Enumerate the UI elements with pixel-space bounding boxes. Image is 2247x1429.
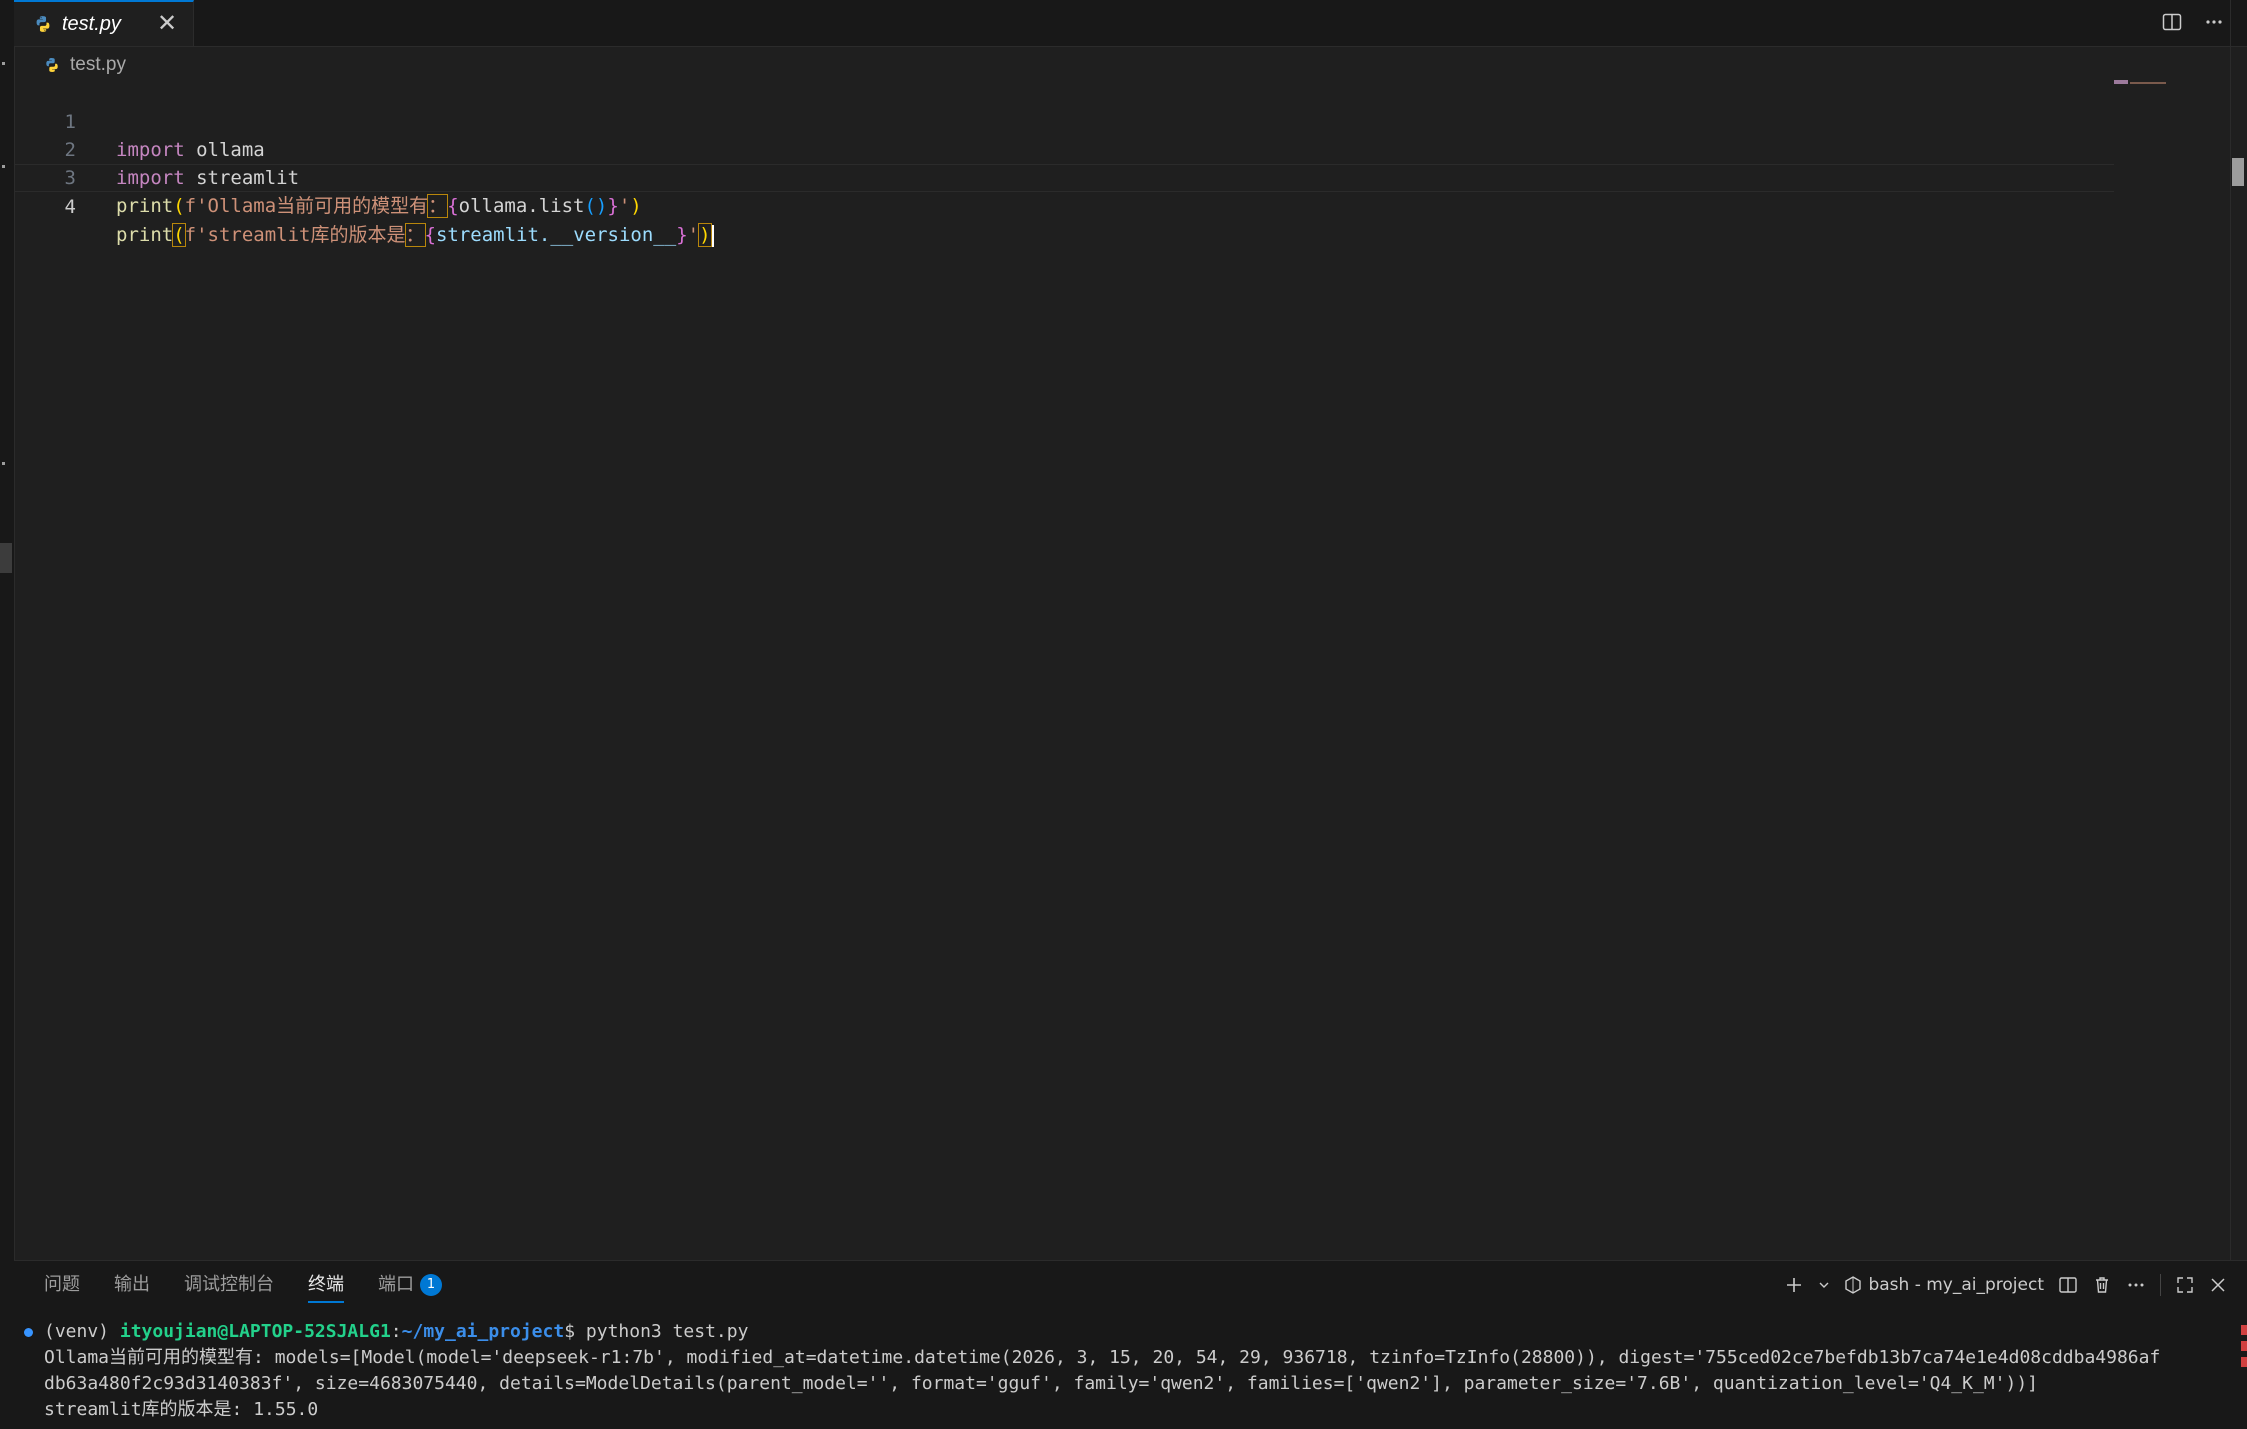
sash-handle[interactable]: [0, 543, 12, 573]
ellipsis-icon: [2206, 20, 2222, 24]
fstring-text: f'Ollama当前可用的模型有: [184, 195, 429, 217]
breadcrumb[interactable]: test.py: [44, 52, 126, 78]
editor-scrollbar-thumb[interactable]: [2232, 158, 2244, 186]
highlighted-char: ：: [404, 223, 426, 247]
function-name: print: [116, 195, 174, 217]
tab-output[interactable]: 输出: [114, 1261, 150, 1309]
paren: (: [173, 195, 185, 217]
code-line[interactable]: 3 print(f'Ollama当前可用的模型有：{ollama.list()}…: [14, 136, 2114, 218]
function-name: print: [116, 224, 174, 246]
prompt-user: ityoujian@LAPTOP-52SJALG1: [119, 1321, 391, 1342]
terminal-output-line: Ollama当前可用的模型有: models=[Model(model='dee…: [44, 1347, 2161, 1368]
tab-ports-label: 端口: [378, 1274, 414, 1295]
text-cursor: [711, 224, 714, 247]
plus-icon[interactable]: [1784, 1275, 1804, 1295]
prompt-separator: :: [390, 1321, 402, 1342]
brace: }: [607, 195, 619, 217]
trash-icon[interactable]: [2092, 1275, 2112, 1295]
quote: ': [618, 195, 631, 217]
tab-ports[interactable]: 端口 1: [378, 1261, 442, 1309]
code-line-active[interactable]: 4 print(f'streamlit库的版本是：{streamlit.__ve…: [14, 164, 2114, 247]
paren: ): [698, 223, 712, 247]
maximize-panel-icon[interactable]: [2175, 1275, 2195, 1295]
chevron-down-icon[interactable]: [1818, 1279, 1830, 1291]
editor-tab-bar: test.py ✕: [14, 0, 2247, 47]
tab-label: test.py: [62, 12, 121, 35]
code-line[interactable]: 2 import streamlit: [14, 108, 2114, 189]
more-actions-button[interactable]: [2201, 9, 2227, 35]
split-editor-icon: [2162, 13, 2182, 31]
split-terminal-icon[interactable]: [2058, 1275, 2078, 1295]
minimap[interactable]: [2112, 80, 2172, 92]
terminal-output-line: db63a480f2c93d3140383f', size=4683075440…: [44, 1373, 2038, 1394]
paren: ): [630, 195, 642, 217]
python-file-icon: [46, 58, 58, 72]
paren: (): [584, 195, 608, 217]
prompt-path: ~/my_ai_project: [401, 1321, 565, 1342]
line-number: 4: [64, 196, 76, 218]
tab-terminal[interactable]: 终端: [308, 1261, 344, 1309]
brace: {: [447, 195, 459, 217]
minimap-line: [2130, 82, 2166, 84]
vscode-window: test.py ✕ test.py 1 import ollama 2 impo…: [0, 0, 2247, 1429]
ports-count-badge: 1: [420, 1274, 442, 1296]
prompt-end: $: [564, 1321, 586, 1342]
overview-ruler: [2230, 0, 2247, 1260]
terminal-prompt-line: (venv) ityoujian@LAPTOP-52SJALG1:~/my_ai…: [44, 1319, 748, 1345]
close-icon[interactable]: ✕: [155, 11, 179, 35]
quote: ': [687, 224, 700, 246]
fstring-text: f'streamlit库的版本是: [184, 224, 406, 246]
code-editor[interactable]: 1 import ollama 2 import streamlit 3 pri…: [14, 80, 2214, 1260]
divider: [2160, 1274, 2161, 1296]
edge-marker: [2, 62, 5, 65]
terminal-selector[interactable]: bash - my_ai_project: [1844, 1275, 2044, 1295]
terminal-command: python3 test.py: [585, 1321, 749, 1342]
terminal-output[interactable]: (venv) ityoujian@LAPTOP-52SJALG1:~/my_ai…: [14, 1319, 2247, 1429]
code-line[interactable]: 1 import ollama: [14, 80, 2114, 161]
python-file-icon: [36, 16, 50, 32]
split-editor-button[interactable]: [2159, 9, 2185, 35]
tab-problems[interactable]: 问题: [44, 1261, 80, 1309]
edge-marker: [2, 462, 5, 465]
panel-tabs: 问题 输出 调试控制台 终端 端口 1: [44, 1261, 442, 1309]
panel-actions: bash - my_ai_project: [1784, 1271, 2227, 1299]
brace: }: [676, 224, 688, 246]
ellipsis-icon[interactable]: [2126, 1275, 2146, 1295]
minimap-line: [2114, 80, 2128, 84]
terminal-output-line: streamlit库的版本是: 1.55.0: [44, 1399, 319, 1420]
venv-label: (venv): [44, 1321, 120, 1342]
paren: (: [172, 223, 186, 247]
activity-bar-edge: [0, 0, 15, 1429]
breadcrumb-file[interactable]: test.py: [70, 54, 126, 76]
tab-debug-console[interactable]: 调试控制台: [184, 1261, 274, 1309]
editor-actions: [2159, 9, 2227, 35]
edge-marker: [2, 165, 5, 168]
tab-test-py[interactable]: test.py ✕: [14, 0, 194, 46]
command-status-dot: [24, 1328, 33, 1337]
bottom-panel: 问题 输出 调试控制台 终端 端口 1 bash - my_ai_project …: [14, 1260, 2247, 1429]
expression: streamlit.__version__: [435, 224, 677, 246]
terminal-scroll-markers: [2241, 1325, 2247, 1405]
terminal-name: bash - my_ai_project: [1868, 1275, 2044, 1295]
close-icon[interactable]: [2209, 1276, 2227, 1294]
brace: {: [424, 224, 436, 246]
bash-icon: [1845, 1276, 1862, 1294]
expression: ollama.list: [458, 195, 585, 217]
highlighted-char: ：: [427, 194, 449, 218]
